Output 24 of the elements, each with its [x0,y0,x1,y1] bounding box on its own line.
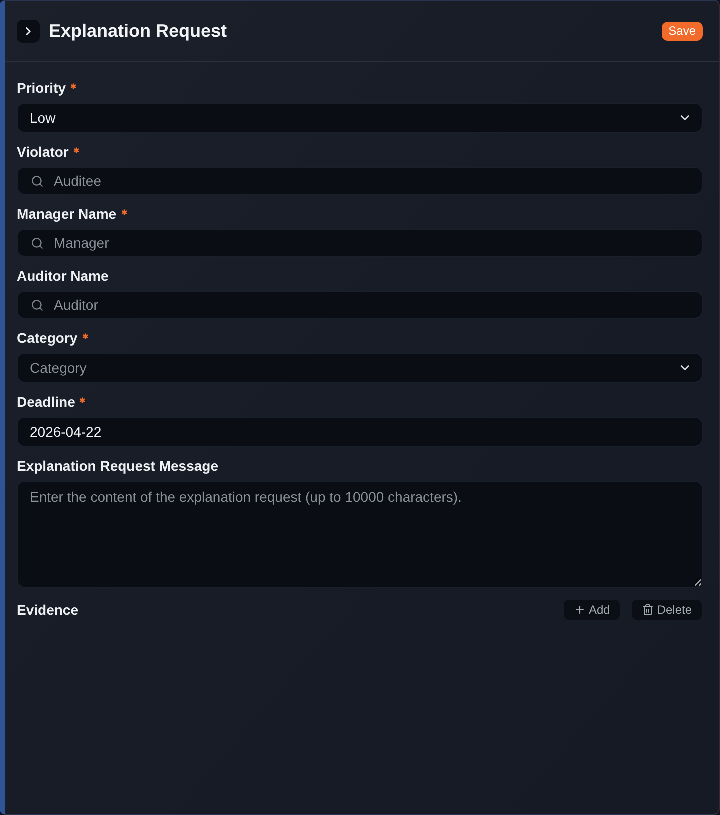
select-field[interactable]: Low [17,103,703,133]
search-icon [31,298,44,312]
trash-icon [642,604,654,616]
panel-title: Explanation Request [49,20,228,43]
field-label: Priority [17,80,66,97]
field-label: Explanation Request Message [17,458,219,475]
expand-button[interactable] [17,20,40,42]
field-label: Deadline [17,394,76,411]
date-field[interactable]: 2026-04-22 [17,417,703,447]
plus-icon [574,604,586,616]
field-label: Manager Name [17,206,117,223]
add-button[interactable]: Add [562,599,622,621]
field-label: Auditor Name [17,268,109,285]
field-label: Violator [17,144,69,161]
delete-button[interactable]: Delete [631,599,703,621]
field-label: Category [17,330,78,347]
search-field[interactable]: Auditee [17,167,703,195]
search-icon [31,236,44,250]
evidence-label: Evidence [17,600,78,620]
search-field[interactable]: Manager [17,229,703,257]
search-icon [31,174,44,188]
select-field[interactable]: Category [17,353,703,383]
message-textarea[interactable]: Enter the content of the explanation request (up to 10000 characters). [17,481,703,588]
search-field[interactable]: Auditor [17,291,703,319]
